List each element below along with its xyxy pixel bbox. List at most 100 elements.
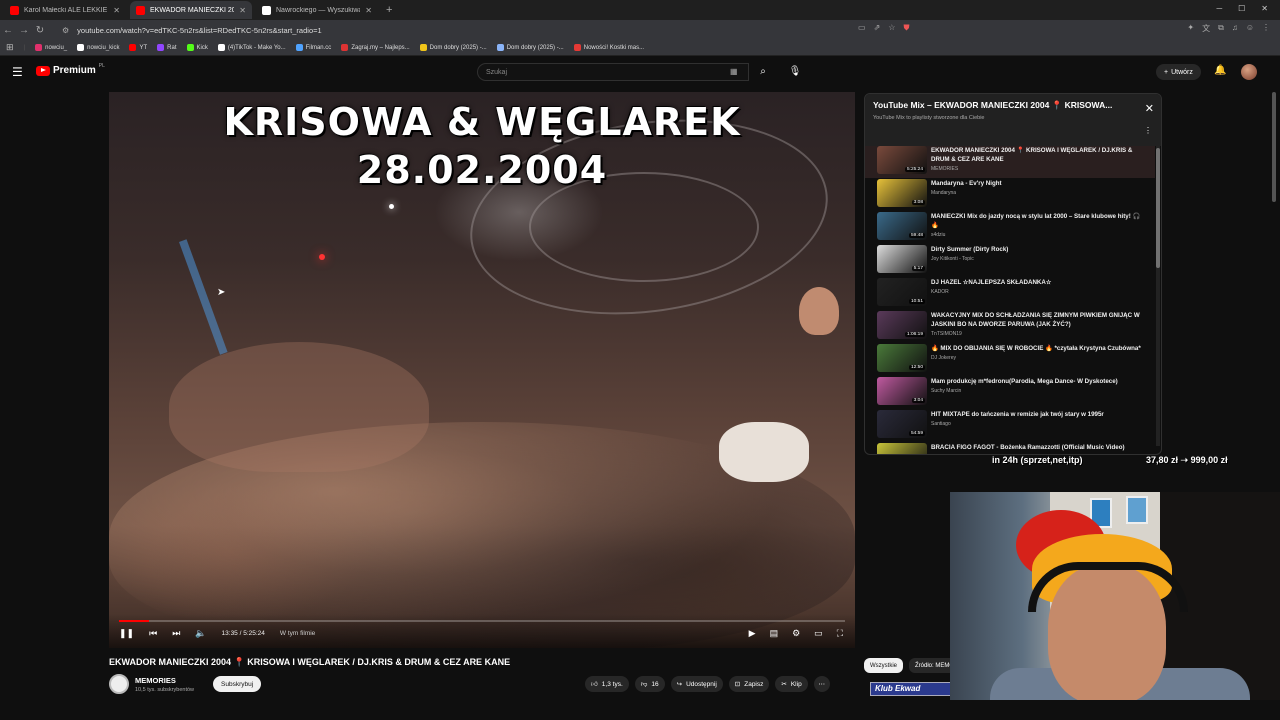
playlist-item-thumbnail[interactable]: 5:25:24	[877, 146, 927, 174]
maximize-icon[interactable]: ☐	[1238, 4, 1245, 13]
playlist-item[interactable]: 3:08 Mandaryna - Ev'ry Night Mandaryna	[865, 179, 1155, 211]
tab-close-icon[interactable]: ✕	[239, 6, 246, 15]
bookmark-item[interactable]: Dom dobry (2025) -...	[496, 44, 564, 51]
back-icon[interactable]: ←	[0, 25, 16, 36]
url-field[interactable]: ⚙ youtube.com/watch?v=edTKC-5n2rs&list=R…	[62, 22, 542, 38]
close-window-icon[interactable]: ✕	[1261, 4, 1268, 13]
bookmark-item[interactable]: Nowości! Kostki mas...	[573, 44, 644, 51]
fullscreen-icon[interactable]: ⛶	[837, 628, 843, 639]
playlist-item-title[interactable]: 🔥 MIX DO OBIJANIA SIĘ W ROBOCIE 🔥 *czyta…	[931, 344, 1141, 353]
playlist-item-thumbnail[interactable]: 3:08	[877, 179, 927, 207]
clip-button[interactable]: ✂ Klip	[775, 676, 808, 692]
bookmark-item[interactable]: Dom dobry (2025) -...	[419, 44, 487, 51]
subscribe-button[interactable]: Subskrybuj	[213, 676, 262, 692]
channel-avatar[interactable]	[109, 674, 129, 694]
bookmark-item[interactable]: nowciu_kick	[77, 44, 119, 51]
playlist-item-title[interactable]: Mam produkcję m*fedronu(Parodia, Mega Da…	[931, 377, 1141, 386]
playlist-item[interactable]: 10:51 DJ HAZEL ☆NAJLEPSZA SKŁADANKA☆ KADOR	[865, 278, 1155, 310]
playlist-item-thumbnail[interactable]: 3:04	[877, 443, 927, 454]
hamburger-menu-icon[interactable]: ☰	[12, 65, 23, 79]
forward-icon[interactable]: →	[16, 25, 32, 36]
create-button[interactable]: + Utwórz	[1156, 64, 1201, 80]
playlist-item[interactable]: 1:06:19 WAKACYJNY MIX DO SCHŁADZANIA SIĘ …	[865, 311, 1155, 343]
playlist-item-thumbnail[interactable]: 54:59	[877, 410, 927, 438]
extension-icon[interactable]: ✦	[1187, 23, 1194, 34]
dislike-button[interactable]: 👎︎ 16	[634, 676, 665, 692]
more-actions-button[interactable]: ⋯	[813, 676, 830, 692]
bookmark-item[interactable]: Kick	[186, 44, 208, 51]
ad-banner[interactable]: Klub Ekwad	[870, 682, 952, 696]
new-tab-button[interactable]: +	[386, 4, 392, 16]
playlist-item[interactable]: 3:04 Mam produkcję m*fedronu(Parodia, Meg…	[865, 377, 1155, 409]
site-info-icon[interactable]: ⚙	[62, 26, 69, 35]
save-button[interactable]: ⊡ Zapisz	[728, 676, 770, 692]
browser-tab[interactable]: Karol Małecki ALE LEKKIE - YouTube ✕	[4, 1, 126, 19]
tab-close-icon[interactable]: ✕	[365, 6, 372, 15]
playlist-item-title[interactable]: Dirty Summer (Dirty Rock)	[931, 245, 1141, 254]
minimize-icon[interactable]: ─	[1216, 4, 1222, 13]
playlist-title[interactable]: YouTube Mix – EKWADOR MANIECZKI 2004 📍 K…	[873, 100, 1137, 111]
tab-close-icon[interactable]: ✕	[113, 6, 120, 15]
progress-bar[interactable]	[119, 620, 845, 622]
shield-icon[interactable]: ⛊	[903, 23, 909, 33]
microphone-icon[interactable]: 🎙	[786, 63, 804, 81]
previous-icon[interactable]: ⏮	[149, 628, 157, 639]
browser-tab[interactable]: Nawrockiego — Wyszukiwanie / X ✕	[256, 1, 378, 19]
playlist-item-title[interactable]: DJ HAZEL ☆NAJLEPSZA SKŁADANKA☆	[931, 278, 1141, 287]
puzzle-icon[interactable]: ⧉	[1218, 23, 1224, 34]
playlist-item[interactable]: 54:59 HIT MIXTAPE do tańczenia w remizie …	[865, 410, 1155, 442]
apps-grid-icon[interactable]: ⊞	[6, 42, 14, 53]
chapter-label[interactable]: W tym filmie	[280, 630, 315, 637]
share-page-icon[interactable]: ⇗	[874, 23, 881, 33]
miniplayer-icon[interactable]: ▭	[814, 628, 823, 639]
keyboard-icon[interactable]: ▦	[730, 67, 738, 76]
subtitles-icon[interactable]: ▤	[770, 628, 779, 639]
playlist-item-thumbnail[interactable]: 5:17	[877, 245, 927, 273]
channel-name[interactable]: MEMORIES	[135, 676, 176, 685]
playlist-item-thumbnail[interactable]: 59:48	[877, 212, 927, 240]
bookmark-item[interactable]: Filman.cc	[295, 44, 331, 51]
playlist-item-thumbnail[interactable]: 12:50	[877, 344, 927, 372]
menu-icon[interactable]: ⋮	[1262, 23, 1270, 34]
account-avatar[interactable]	[1241, 64, 1257, 80]
cast-icon[interactable]: ▭	[858, 23, 866, 33]
scrollbar-thumb[interactable]	[1156, 148, 1160, 268]
share-button[interactable]: ↪ Udostępnij	[670, 676, 723, 692]
pause-icon[interactable]: ❚❚	[119, 628, 134, 639]
bookmark-item[interactable]: YT	[129, 44, 147, 51]
profile-icon[interactable]: ☺	[1246, 23, 1254, 34]
like-button[interactable]: 👍︎ 1,3 tys.	[585, 676, 629, 692]
close-icon[interactable]: ✕	[1145, 102, 1154, 115]
playlist-item[interactable]: 12:50 🔥 MIX DO OBIJANIA SIĘ W ROBOCIE 🔥 *…	[865, 344, 1155, 376]
youtube-logo[interactable]: Premium PL	[36, 63, 105, 76]
chip-all[interactable]: Wszystkie	[864, 658, 903, 673]
translate-icon[interactable]: 文	[1202, 23, 1210, 34]
playlist-item-thumbnail[interactable]: 10:51	[877, 278, 927, 306]
bookmark-item[interactable]: (4)TikTok - Make Yo...	[217, 44, 286, 51]
next-icon[interactable]: ⏭	[172, 628, 180, 639]
browser-tab[interactable]: EKWADOR MANIECZKI 2004 ✕	[130, 1, 252, 19]
playlist-item[interactable]: 5:25:24 EKWADOR MANIECZKI 2004 📍 KRISOWA …	[865, 146, 1155, 178]
volume-icon[interactable]: 🔈	[195, 628, 206, 639]
playlist-menu-icon[interactable]: ⋮	[1144, 126, 1152, 135]
playlist-item-title[interactable]: EKWADOR MANIECZKI 2004 📍 KRISOWA I WĘGLA…	[931, 146, 1141, 164]
video-player[interactable]: KRISOWA & WĘGLAREK 28.02.2004 ➤ ❚❚ ⏮ ⏭ 🔈…	[109, 92, 855, 648]
playlist-item-title[interactable]: MANIECZKI Mix do jazdy nocą w stylu lat …	[931, 212, 1141, 230]
notifications-bell-icon[interactable]: 🔔	[1214, 65, 1226, 76]
playlist-item[interactable]: 5:17 Dirty Summer (Dirty Rock) Joy Kitikon…	[865, 245, 1155, 277]
playlist-item-title[interactable]: WAKACYJNY MIX DO SCHŁADZANIA SIĘ ZIMNYM …	[931, 311, 1141, 329]
playlist-item[interactable]: 59:48 MANIECZKI Mix do jazdy nocą w stylu…	[865, 212, 1155, 244]
playlist-item-thumbnail[interactable]: 3:04	[877, 377, 927, 405]
playlist-item-title[interactable]: Mandaryna - Ev'ry Night	[931, 179, 1141, 188]
settings-gear-icon[interactable]: ⚙	[792, 628, 800, 639]
playlist-item-title[interactable]: HIT MIXTAPE do tańczenia w remizie jak t…	[931, 410, 1141, 419]
bookmark-item[interactable]: nowciu_	[35, 44, 67, 51]
search-input[interactable]: Szukaj	[477, 63, 749, 81]
playlist-item-thumbnail[interactable]: 1:06:19	[877, 311, 927, 339]
playlist-scrollbar[interactable]	[1156, 146, 1160, 446]
media-icon[interactable]: ♫	[1232, 23, 1238, 34]
autoplay-icon[interactable]: ▶	[749, 628, 756, 639]
bookmark-star-icon[interactable]: ☆	[888, 23, 895, 33]
bookmark-item[interactable]: Zagraj.my – Najleps...	[341, 44, 410, 51]
reload-icon[interactable]: ↻	[32, 25, 48, 36]
